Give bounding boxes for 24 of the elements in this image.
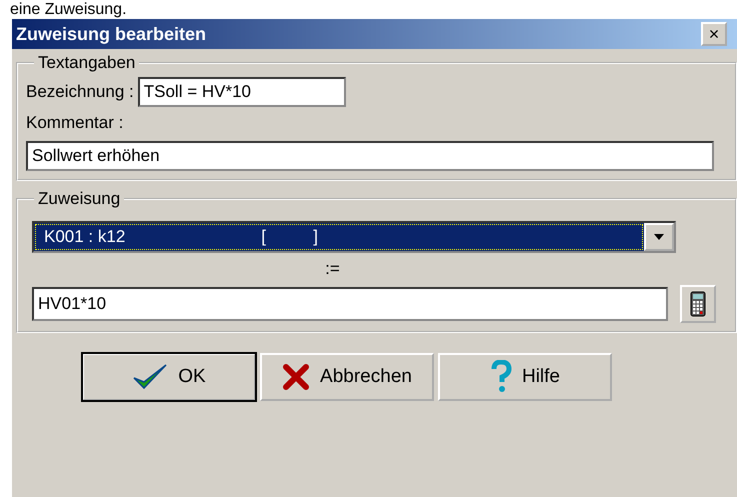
help-button[interactable]: Hilfe <box>438 353 612 401</box>
close-button[interactable]: × <box>701 22 727 46</box>
group-legend: Textangaben <box>34 53 140 73</box>
field-label: Kommentar : <box>26 113 124 133</box>
input-field[interactable]: TSoll = HV*10 <box>138 77 346 107</box>
checkmark-icon <box>132 362 168 392</box>
dropdown[interactable]: K001 : k12 [ ] <box>32 221 676 253</box>
assignment-operator: := <box>325 259 340 279</box>
caption-text: eine Zuweisung. <box>9 0 128 19</box>
cross-icon <box>282 363 310 391</box>
question-mark-icon <box>490 360 512 394</box>
cancel-button[interactable]: Abbrechen <box>260 353 434 401</box>
ok-button[interactable]: OK <box>82 353 256 401</box>
variable-name: K001 : k12 <box>44 227 126 247</box>
calculator-icon <box>690 291 706 317</box>
variable-unit: [ ] <box>261 227 318 247</box>
dropdown-button[interactable] <box>644 223 674 251</box>
expression-field[interactable]: HV01*10 <box>32 287 668 321</box>
calculator-button[interactable] <box>680 285 716 323</box>
field-label: Bezeichnung : <box>26 82 134 102</box>
input-field[interactable]: Sollwert erhöhen <box>26 141 714 171</box>
window-title: Zuweisung bearbeiten <box>16 24 206 44</box>
group-legend: Zuweisung <box>34 189 124 209</box>
caret-icon <box>654 234 664 240</box>
